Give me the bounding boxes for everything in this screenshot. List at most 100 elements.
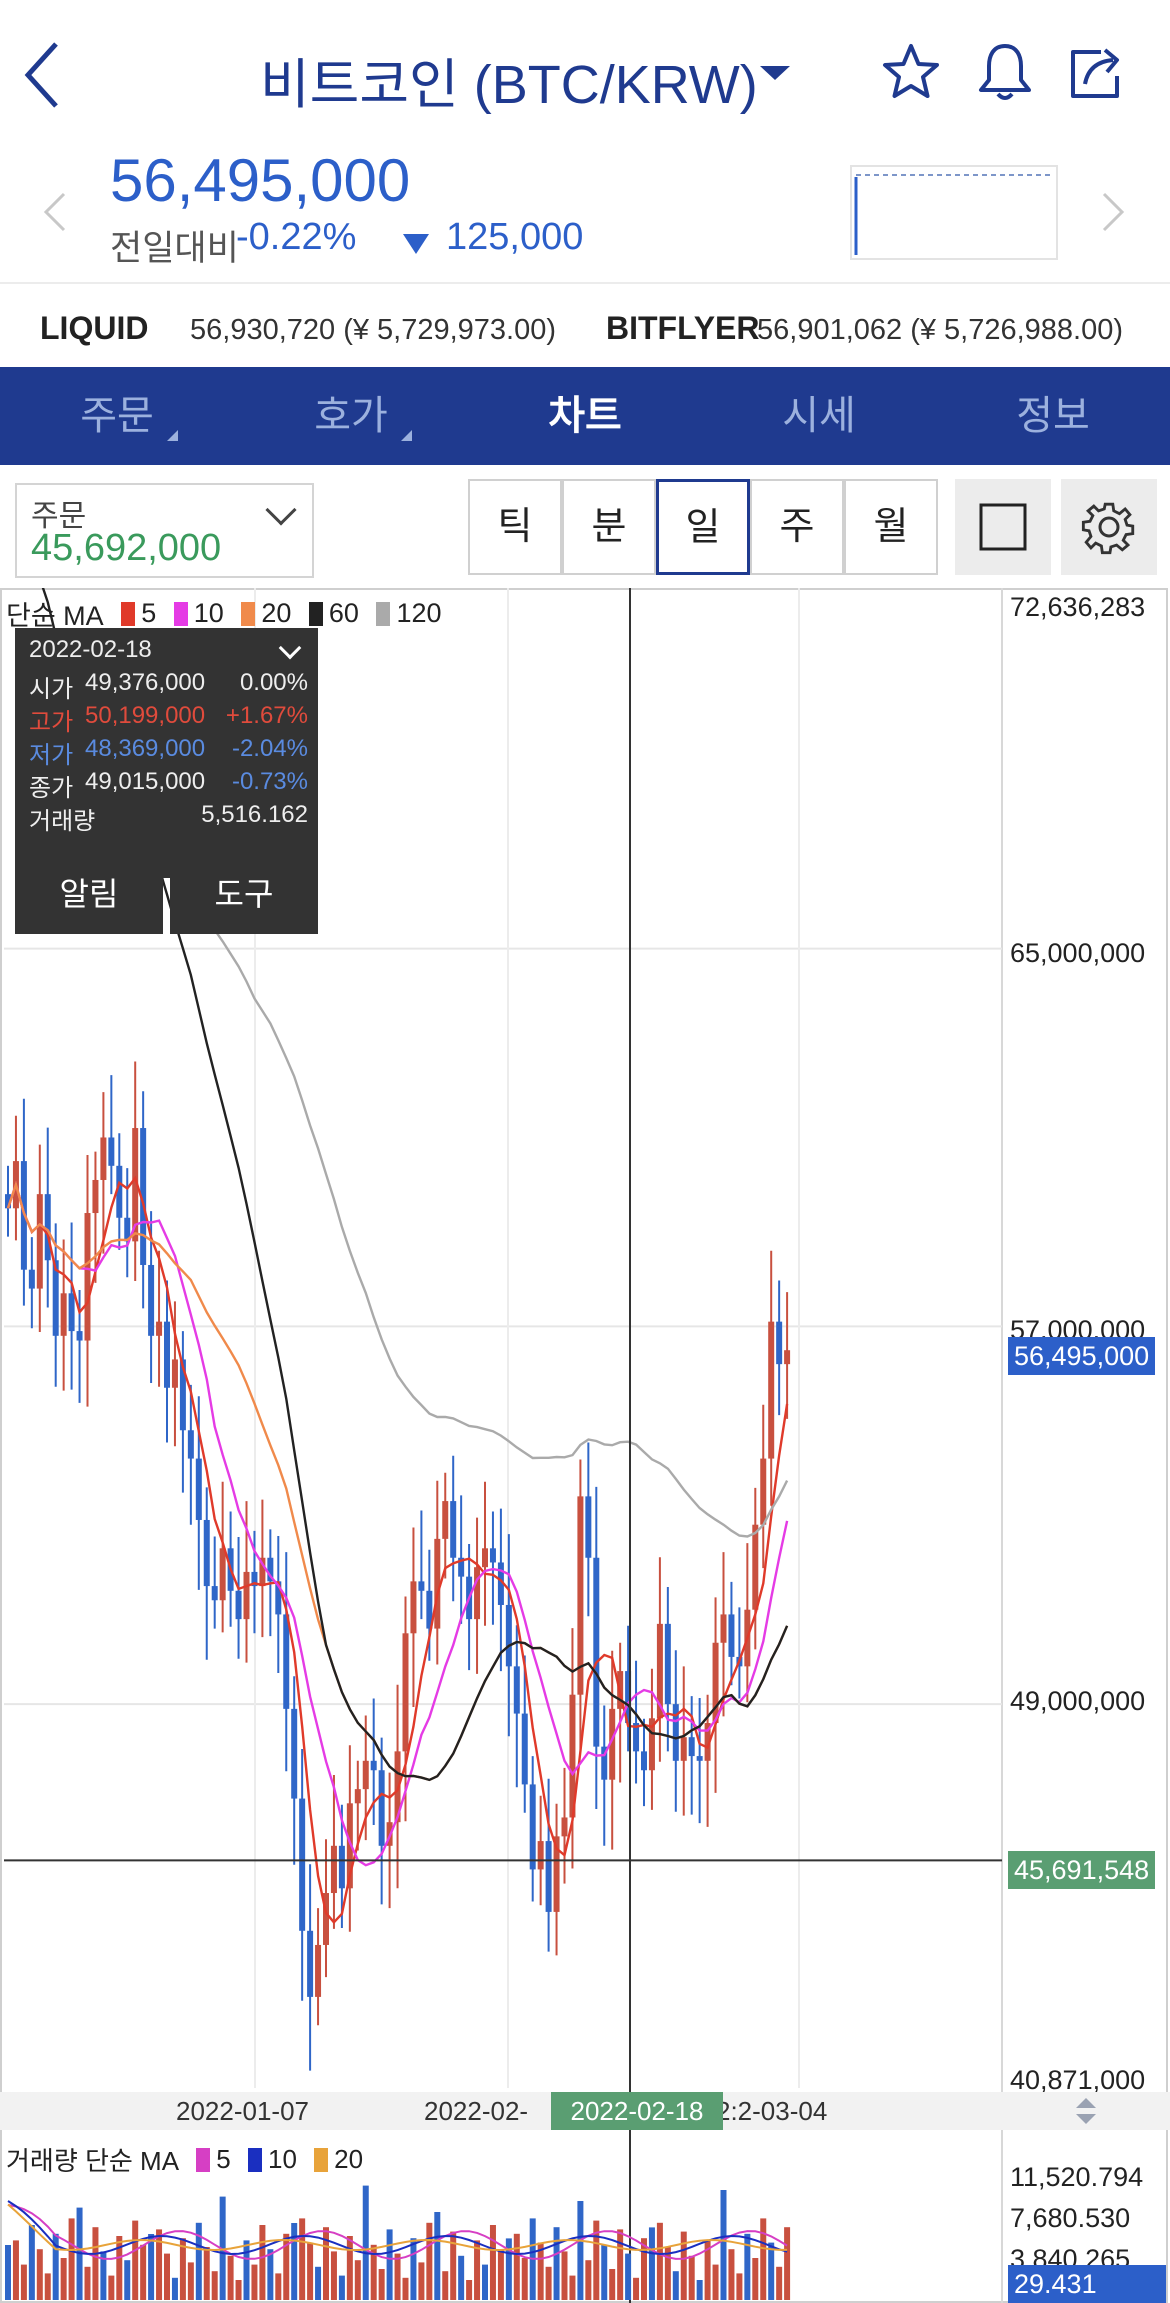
volume-bar — [267, 2249, 274, 2300]
volume-bar — [362, 2185, 369, 2300]
fullscreen-button[interactable] — [955, 479, 1051, 575]
tab-orderbook[interactable]: 호가 — [234, 367, 468, 465]
candle-body — [28, 1269, 35, 1289]
back-icon[interactable] — [22, 40, 62, 110]
candle-body — [44, 1194, 51, 1261]
volume-bar — [776, 2266, 783, 2300]
volume-bar — [378, 2269, 385, 2300]
price-axis-label: 72,636,283 — [1010, 592, 1146, 622]
candle-body — [410, 1581, 417, 1634]
share-icon[interactable] — [1065, 42, 1127, 102]
volume-axis-label: 11,520.794 — [1010, 2162, 1144, 2192]
volume-legend: 거래량 단순 MA 5 10 20 — [6, 2141, 363, 2178]
candle-body — [521, 1713, 528, 1785]
candle-body — [315, 1944, 322, 1997]
change-percent: -0.22% — [236, 216, 357, 258]
page-title[interactable]: 비트코인 (BTC/KRW) — [260, 40, 758, 119]
tooltip-high-label: 고가 — [29, 709, 74, 736]
candle-body — [537, 1841, 544, 1870]
chevron-down-icon[interactable] — [278, 636, 302, 660]
volume-bar — [585, 2260, 592, 2300]
candle-body — [768, 1321, 775, 1459]
candle-body — [219, 1548, 226, 1601]
order-value: 45,692,000 — [31, 527, 222, 569]
order-price-select[interactable]: 주문 45,692,000 — [15, 483, 314, 578]
crosshair-date-badge: 2022-02-18 — [551, 2092, 723, 2130]
tab-info[interactable]: 정보 — [936, 367, 1170, 465]
gear-icon — [1081, 502, 1135, 555]
tool-button[interactable]: 도구 — [170, 854, 318, 934]
time-axis-label: 2022-01-07 — [176, 2096, 309, 2126]
volume-bar — [44, 2273, 51, 2300]
tab-chart[interactable]: 차트 — [468, 367, 702, 465]
change-label: 전일대비 — [110, 229, 239, 268]
tooltip-open-label: 시가 — [29, 676, 74, 703]
volume-bar — [243, 2240, 250, 2300]
period-day-button[interactable]: 일 — [656, 479, 750, 575]
candle-body — [696, 1756, 703, 1761]
vol-ma20-swatch — [314, 2147, 329, 2172]
app-root: 비트코인 (BTC/KRW) 56,495,000 전일대비 -0.22% 12… — [0, 0, 1170, 2303]
alert-button[interactable]: 알림 — [15, 854, 163, 934]
volume-bar — [60, 2258, 67, 2300]
volume-bar — [489, 2225, 496, 2300]
volume-bar — [299, 2218, 306, 2300]
candle-body — [402, 1633, 409, 1752]
volume-bar — [211, 2271, 218, 2300]
volume-bar — [768, 2242, 775, 2300]
volume-bar — [784, 2227, 791, 2300]
volume-bar — [354, 2260, 361, 2300]
tooltip-date: 2022-02-18 — [29, 636, 152, 663]
volume-bar — [108, 2275, 115, 2300]
volume-bar — [672, 2271, 679, 2300]
tab-label: 주문 — [80, 394, 154, 438]
candle-body — [171, 1359, 178, 1388]
ma-label: 5 — [141, 598, 157, 628]
volume-bar — [458, 2255, 465, 2300]
candle-body — [641, 1751, 647, 1771]
candle-body — [243, 1571, 250, 1620]
caret-down-icon[interactable] — [760, 66, 790, 80]
prev-arrow-icon[interactable] — [42, 190, 68, 234]
period-minute-button[interactable]: 분 — [562, 479, 656, 575]
volume-bar — [736, 2273, 743, 2300]
tab-quotes[interactable]: 시세 — [702, 367, 936, 465]
candle-body — [505, 1604, 512, 1667]
tooltip-close-pct: -0.73% — [231, 768, 308, 795]
period-tick-button[interactable]: 틱 — [468, 479, 562, 575]
next-arrow-icon[interactable] — [1100, 190, 1126, 234]
volume-bar — [5, 2245, 11, 2300]
tab-order[interactable]: 주문 — [0, 367, 234, 465]
candle-body — [370, 1760, 377, 1771]
time-axis-label: 2:2-03-04 — [716, 2096, 828, 2126]
volume-bar — [402, 2277, 409, 2300]
vol-ma20-line — [7, 2203, 788, 2252]
pane-resize-icon[interactable] — [1074, 2096, 1098, 2126]
candle-body — [760, 1458, 767, 1525]
volume-bar — [235, 2280, 242, 2300]
volume-bar — [553, 2227, 560, 2300]
volume-bar — [752, 2258, 759, 2300]
down-triangle-icon — [403, 234, 429, 254]
period-month-button[interactable]: 월 — [844, 479, 938, 575]
current-price-badge: 56,495,000 — [1008, 1337, 1156, 1375]
candle-body — [529, 1784, 536, 1870]
mini-chart[interactable] — [850, 165, 1058, 260]
tab-label: 정보 — [1016, 394, 1090, 438]
candle-body — [354, 1789, 361, 1804]
bell-icon[interactable] — [975, 40, 1035, 104]
ma120-swatch — [376, 601, 391, 626]
price-summary: 56,495,000 전일대비 -0.22% 125,000 — [0, 140, 1170, 280]
candle-body — [338, 1845, 345, 1889]
volume-bar — [156, 2229, 163, 2300]
candle-body — [68, 1293, 75, 1332]
candle-body — [187, 1430, 194, 1459]
candle-body — [148, 1264, 155, 1336]
candle-body — [784, 1350, 791, 1365]
settings-button[interactable] — [1061, 479, 1157, 575]
period-week-button[interactable]: 주 — [750, 479, 844, 575]
chart-area[interactable]: 단순 MA 5 10 20 60 120 2022-02-18 시가 49,37… — [0, 588, 1170, 2303]
volume-bar — [442, 2271, 449, 2300]
star-icon[interactable] — [880, 42, 942, 102]
price-axis-label: 65,000,000 — [1010, 938, 1146, 968]
